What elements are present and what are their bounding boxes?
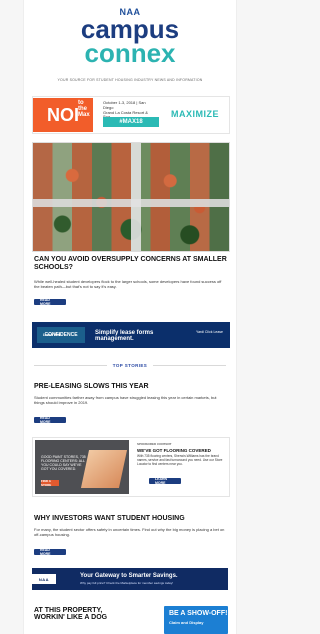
story1-headline[interactable]: CAN YOU AVOID OVERSUPPLY CONCERNS AT SMA…: [34, 256, 228, 272]
top-stories-label: TOP STORIES: [112, 362, 148, 368]
story1-body: While well-healed student developers flo…: [34, 279, 222, 289]
campus-connex-logo: campus connex: [24, 16, 236, 66]
ad-body: With 735 flooring centers, Sherwin-Willi…: [137, 454, 223, 466]
flooring-samples-graphic: [80, 450, 128, 488]
story3-body: For many, the student sector offers safe…: [34, 527, 225, 537]
smarter-savings-subtitle: Why pay full price? Check the Marketplac…: [80, 581, 174, 585]
divider-line-right: [153, 364, 227, 366]
event-hashtag: #MAX18: [103, 117, 159, 127]
confidence-headline: Simplify lease forms management.: [95, 330, 154, 342]
newsletter-container: NAA campus connex YOUR SOURCE FOR STUDEN…: [24, 0, 236, 634]
top-stories-divider: TOP STORIES: [34, 360, 227, 370]
story3-read-more-button[interactable]: READ MORE: [34, 548, 66, 556]
two-up-sponsored-ad: GOOD PAINT STORES, 735 FLOORING CENTERS:…: [32, 437, 230, 497]
lease-with-text: Lease With: [43, 333, 62, 337]
divider-line-left: [34, 364, 107, 366]
maximize-logo-text: MAXIMIZE: [171, 109, 219, 119]
confidence-brand: Yardi Click Lease: [196, 330, 223, 334]
ad-image-badge[interactable]: FIND A STORE: [41, 479, 59, 487]
ad-image[interactable]: GOOD PAINT STORES, 735 FLOORING CENTERS:…: [35, 440, 129, 494]
confidence-badge: Lease With CONFIDENCE: [37, 327, 85, 343]
smarter-savings-banner[interactable]: Your Gateway to Smarter Savings. Why pay…: [32, 568, 228, 590]
ad-learn-more-button[interactable]: LEARN MORE: [149, 477, 181, 485]
ad-kicker: SPONSORED CONTENT: [137, 442, 172, 446]
show-off-title: BE A SHOW-OFF!: [169, 610, 228, 617]
story4-headline[interactable]: AT THIS PROPERTY, WORKIN' LIKE A DOG: [34, 607, 134, 622]
brand-line-2: connex: [84, 38, 176, 68]
story2-read-more-button[interactable]: READ MORE: [34, 416, 66, 424]
ad-image-title: GOOD PAINT STORES, 735 FLOORING CENTERS:…: [41, 455, 86, 472]
story2-headline[interactable]: PRE-LEASING SLOWS THIS YEAR: [34, 383, 228, 390]
story2-body: Student communities farther away from ca…: [34, 395, 217, 405]
page-root: NAA campus connex YOUR SOURCE FOR STUDEN…: [0, 0, 250, 634]
confidence-banner[interactable]: Lease With CONFIDENCE Simplify lease for…: [32, 322, 230, 348]
smarter-savings-title: Your Gateway to Smarter Savings.: [80, 573, 178, 579]
to-the-max-text: to the Max: [78, 100, 90, 118]
show-off-ad[interactable]: BE A SHOW-OFF! Claim and Display: [164, 606, 228, 634]
hero-road-vertical: [131, 143, 141, 251]
story1-read-more-button[interactable]: READ MORE: [34, 298, 66, 306]
show-off-subtitle: Claim and Display: [169, 620, 204, 625]
ad-text: SPONSORED CONTENT WE'VE GOT FLOORING COV…: [137, 442, 225, 467]
tagline: YOUR SOURCE FOR STUDENT HOUSING INDUSTRY…: [57, 78, 203, 82]
hero-image[interactable]: [32, 142, 230, 252]
ad-headline[interactable]: WE'VE GOT FLOORING COVERED: [137, 448, 225, 453]
naa-badge: NAA: [32, 574, 56, 584]
story3-headline[interactable]: WHY INVESTORS WANT STUDENT HOUSING: [34, 515, 228, 522]
noi-banner[interactable]: NOI to the Max October 1-3, 2018 | San D…: [32, 96, 230, 134]
